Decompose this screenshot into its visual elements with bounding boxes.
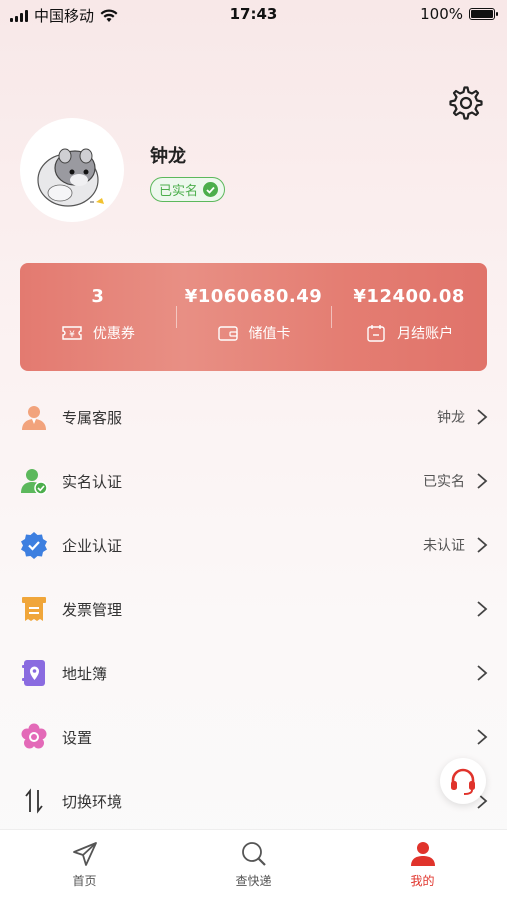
- paper-plane-icon: [72, 842, 97, 866]
- address-book-icon: [22, 660, 45, 686]
- menu-item-settings[interactable]: 设置: [0, 705, 507, 769]
- menu-item-enterprise[interactable]: 企业认证 未认证: [0, 513, 507, 577]
- menu-label: 发票管理: [62, 600, 123, 619]
- battery-icon: [469, 8, 498, 20]
- customer-service-person-icon: [22, 406, 46, 430]
- customer-service-button[interactable]: [440, 758, 486, 804]
- stored-value-label: 储值卡: [248, 325, 291, 342]
- battery-percent: 100%: [420, 5, 463, 23]
- headset-icon: [451, 768, 475, 795]
- account-stats-card: 3 ¥ 优惠券 ¥1060680.49 储值卡 ¥12400.08 月结账户: [20, 263, 487, 371]
- menu-label: 地址簿: [62, 664, 108, 683]
- menu-list: 专属客服 钟龙 实名认证 已实名 企业认证 未认证 发票管理 地址簿 设置 切换…: [0, 385, 507, 833]
- tab-mine[interactable]: 我的: [338, 830, 507, 900]
- gear-icon[interactable]: [449, 86, 483, 120]
- user-name: 钟龙: [150, 146, 186, 167]
- menu-item-address-book[interactable]: 地址簿: [0, 641, 507, 705]
- tab-track-express[interactable]: 查快递: [169, 830, 338, 900]
- hamster-avatar-icon: [37, 148, 104, 207]
- stat-coupons[interactable]: 3 ¥ 优惠券: [20, 263, 176, 371]
- chevron-right-icon: [477, 601, 488, 617]
- monthly-account-balance: ¥12400.08: [353, 285, 465, 307]
- stat-stored-value-card[interactable]: ¥1060680.49 储值卡: [175, 263, 332, 371]
- invoice-icon: [22, 597, 46, 621]
- avatar[interactable]: [20, 118, 124, 222]
- chevron-right-icon: [477, 537, 488, 553]
- menu-label: 设置: [62, 728, 93, 747]
- user-icon: [410, 842, 435, 866]
- monthly-account-label: 月结账户: [397, 325, 454, 342]
- chevron-right-icon: [477, 665, 488, 681]
- menu-item-invoice[interactable]: 发票管理: [0, 577, 507, 641]
- stored-value-balance: ¥1060680.49: [184, 285, 323, 307]
- enterprise-badge-icon: [21, 532, 47, 559]
- calendar-icon: [367, 324, 385, 342]
- coupon-label: 优惠券: [92, 325, 135, 342]
- user-verified-icon: [21, 469, 48, 495]
- status-bar: 中国移动 17:43 100%: [0, 0, 507, 30]
- search-icon: [241, 842, 266, 866]
- menu-item-switch-environment[interactable]: 切换环境: [0, 769, 507, 833]
- verified-badge-label: 已实名: [159, 184, 199, 199]
- tab-label: 首页: [72, 874, 97, 888]
- tab-label: 查快递: [235, 874, 272, 888]
- menu-item-customer-service[interactable]: 专属客服 钟龙: [0, 385, 507, 449]
- menu-value: 已实名: [423, 474, 465, 490]
- ticket-icon: ¥: [62, 325, 82, 340]
- menu-value: 钟龙: [437, 410, 465, 426]
- menu-label: 企业认证: [62, 536, 123, 555]
- check-circle-icon: [203, 182, 219, 197]
- coupon-count: 3: [91, 285, 105, 307]
- menu-label: 实名认证: [62, 472, 123, 491]
- bottom-tab-bar: 首页 查快递 我的: [0, 829, 507, 900]
- tab-home[interactable]: 首页: [0, 830, 169, 900]
- menu-item-real-name[interactable]: 实名认证 已实名: [0, 449, 507, 513]
- menu-label: 专属客服: [62, 408, 123, 427]
- chevron-right-icon: [477, 409, 488, 425]
- tab-label: 我的: [410, 874, 435, 888]
- wallet-icon: [217, 325, 238, 341]
- chevron-right-icon: [477, 473, 488, 489]
- menu-label: 切换环境: [62, 792, 123, 811]
- chevron-right-icon: [477, 729, 488, 745]
- verified-badge: 已实名: [150, 177, 226, 202]
- stat-monthly-account[interactable]: ¥12400.08 月结账户: [331, 263, 487, 371]
- menu-value: 未认证: [423, 538, 465, 554]
- switch-arrows-icon: [25, 788, 43, 814]
- flower-settings-icon: [21, 723, 47, 749]
- svg-text:¥: ¥: [69, 330, 75, 340]
